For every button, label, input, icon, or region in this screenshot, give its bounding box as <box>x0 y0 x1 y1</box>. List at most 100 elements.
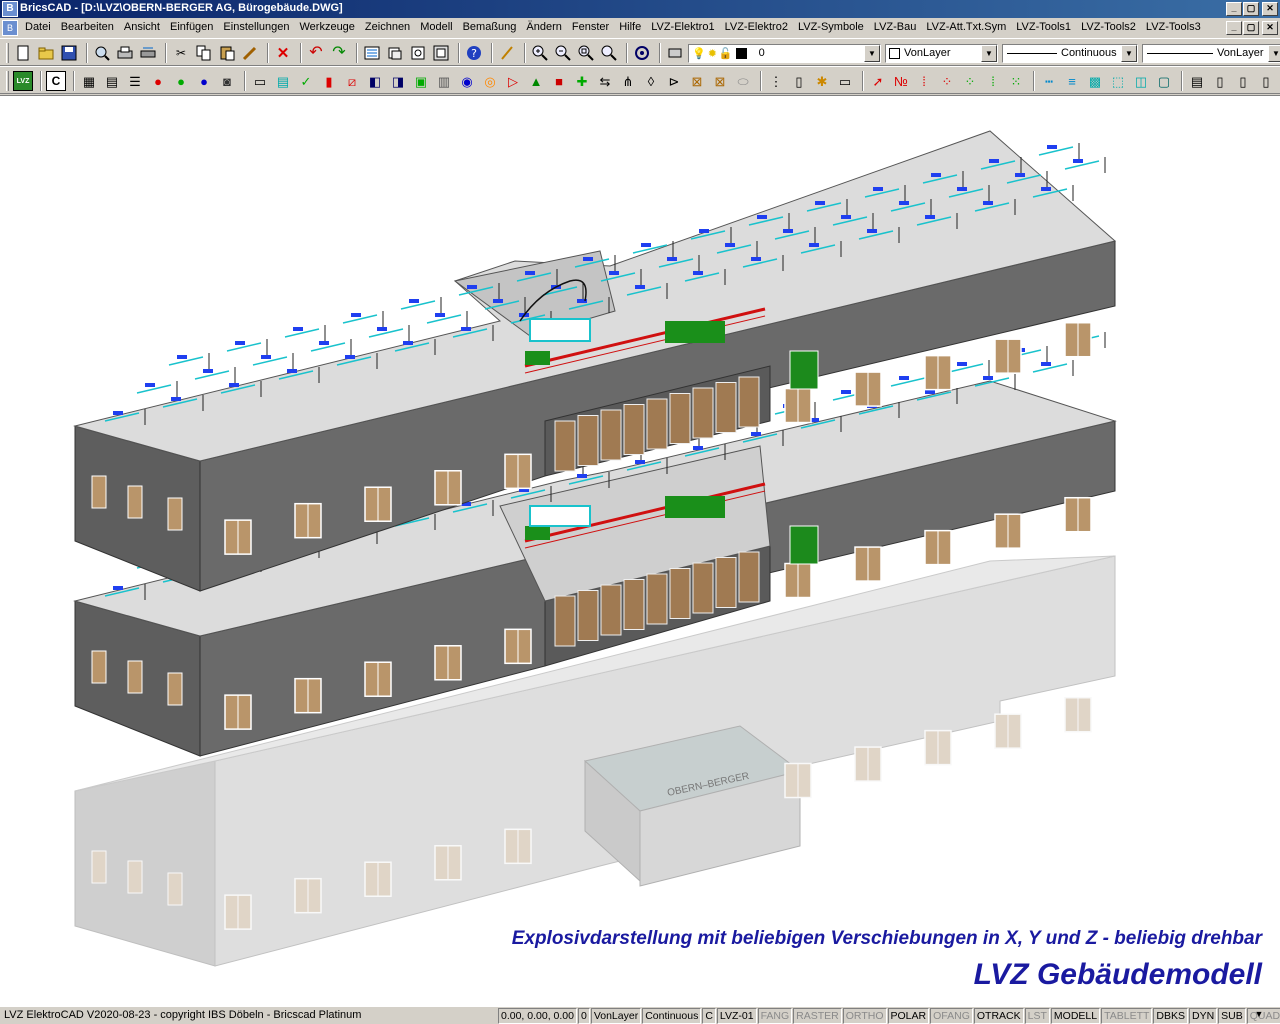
status-field-lvz-01[interactable]: LVZ-01 <box>716 1008 757 1024</box>
bricscad-icon[interactable]: B <box>2 1 18 17</box>
door-icon[interactable]: ◧ <box>365 71 385 91</box>
oval-icon[interactable]: ⬭ <box>733 71 753 91</box>
toolbar-grip[interactable] <box>6 43 9 63</box>
green-cross-icon[interactable]: ✚ <box>572 71 592 91</box>
window-icon[interactable]: ▭ <box>250 71 270 91</box>
properties-icon[interactable] <box>362 43 382 63</box>
zoom-realtime-icon[interactable] <box>599 43 619 63</box>
red-dots-icon[interactable]: ● <box>148 71 168 91</box>
toolbar-grip[interactable] <box>6 71 9 91</box>
status-field-c[interactable]: C <box>702 1008 716 1024</box>
grid-icon[interactable]: ▤ <box>102 71 122 91</box>
document-icon[interactable]: B <box>2 20 18 36</box>
menu-item-lvz-tools1[interactable]: LVZ-Tools1 <box>1016 21 1071 33</box>
green-check-icon[interactable]: ✓ <box>296 71 316 91</box>
menu-item-zeichnen[interactable]: Zeichnen <box>365 21 410 33</box>
play-icon[interactable]: ▷ <box>503 71 523 91</box>
dashed-box-icon[interactable]: ⬚ <box>1108 71 1128 91</box>
copy-icon[interactable] <box>194 43 214 63</box>
preview-icon[interactable] <box>92 43 112 63</box>
menu-item-modell[interactable]: Modell <box>420 21 452 33</box>
menu-item-hilfe[interactable]: Hilfe <box>619 21 641 33</box>
doc-minimize-button[interactable]: _ <box>1226 21 1242 35</box>
help-icon[interactable]: ? <box>464 43 484 63</box>
status-menu-button[interactable]: ▼ <box>1252 1009 1266 1023</box>
print-icon[interactable] <box>115 43 135 63</box>
status-field-fang[interactable]: FANG <box>757 1008 793 1024</box>
cyan-box-icon[interactable]: ▩ <box>1085 71 1105 91</box>
status-field-0[interactable]: 0 <box>577 1008 590 1024</box>
status-field-sub[interactable]: SUB <box>1218 1008 1246 1024</box>
door2-icon[interactable]: ◨ <box>388 71 408 91</box>
red-slash-icon[interactable]: ⧄ <box>342 71 362 91</box>
menu-item-fenster[interactable]: Fenster <box>572 21 609 33</box>
undo-icon[interactable]: ↶ <box>306 43 326 63</box>
c-icon[interactable]: C <box>46 71 66 91</box>
x-box-icon[interactable]: ⊠ <box>710 71 730 91</box>
menu-item-einfügen[interactable]: Einfügen <box>170 21 213 33</box>
layer-states-icon[interactable] <box>665 43 685 63</box>
chevron-down-icon[interactable]: ▼ <box>981 44 997 62</box>
list-icon[interactable]: ☰ <box>125 71 145 91</box>
status-field-0-00-0-00-0-00[interactable]: 0.00, 0.00, 0.00 <box>498 1008 577 1024</box>
redo-icon[interactable]: ↷ <box>329 43 349 63</box>
docs-icon[interactable]: ▯ <box>1233 71 1253 91</box>
numbers-icon[interactable]: № <box>891 71 911 91</box>
status-field-dbks[interactable]: DBKS <box>1153 1008 1188 1024</box>
status-field-dyn[interactable]: DYN <box>1189 1008 1218 1024</box>
gray-box-icon[interactable]: ▥ <box>434 71 454 91</box>
status-field-ofang[interactable]: OFANG <box>930 1008 973 1024</box>
menu-item-werkzeuge[interactable]: Werkzeuge <box>299 21 354 33</box>
blue-lines-icon[interactable]: ≡ <box>1062 71 1082 91</box>
save-icon[interactable] <box>59 43 79 63</box>
doc-close-button[interactable]: ✕ <box>1262 21 1278 35</box>
cross-box-icon[interactable]: ⊠ <box>687 71 707 91</box>
menu-item-lvz-elektro1[interactable]: LVZ-Elektro1 <box>651 21 714 33</box>
open-icon[interactable] <box>36 43 56 63</box>
cyan-square-icon[interactable]: ◫ <box>1131 71 1151 91</box>
green-box-icon[interactable]: ▣ <box>411 71 431 91</box>
menu-item-lvz-elektro2[interactable]: LVZ-Elektro2 <box>725 21 788 33</box>
pen-icon[interactable] <box>497 43 517 63</box>
green-grid-icon[interactable]: ⁘ <box>960 71 980 91</box>
close-button[interactable]: ✕ <box>1262 2 1278 16</box>
plot-icon[interactable] <box>138 43 158 63</box>
cut-icon[interactable]: ✂ <box>171 43 191 63</box>
green-man-icon[interactable]: ▲ <box>526 71 546 91</box>
status-field-lst[interactable]: LST <box>1024 1008 1050 1024</box>
paste-icon[interactable] <box>217 43 237 63</box>
linetype-combo[interactable]: Continuous ▼ <box>1002 43 1138 63</box>
layer-combo[interactable]: 💡 ✹ 🔓 0 ▼ <box>688 43 881 63</box>
status-field-modell[interactable]: MODELL <box>1050 1008 1101 1024</box>
socket-icon[interactable]: ▭ <box>835 71 855 91</box>
spark-icon[interactable]: ✱ <box>812 71 832 91</box>
lvz-icon[interactable]: LVZ <box>13 71 33 91</box>
zoom-window-icon[interactable] <box>576 43 596 63</box>
tool-palette-icon[interactable] <box>431 43 451 63</box>
menu-item-lvz-tools3[interactable]: LVZ-Tools3 <box>1146 21 1201 33</box>
chevron-down-icon[interactable]: ▼ <box>1268 44 1280 62</box>
fork-icon[interactable]: ⋔ <box>618 71 638 91</box>
doc3-icon[interactable]: ▯ <box>1256 71 1276 91</box>
doc-icon[interactable]: ▯ <box>1210 71 1230 91</box>
doc-restore-button[interactable]: ▢ <box>1243 21 1259 35</box>
valve-icon[interactable]: ◊ <box>641 71 661 91</box>
menu-item-einstellungen[interactable]: Einstellungen <box>223 21 289 33</box>
chevron-down-icon[interactable]: ▼ <box>864 44 880 62</box>
status-field-continuous[interactable]: Continuous <box>642 1008 702 1024</box>
menu-item-lvz-tools2[interactable]: LVZ-Tools2 <box>1081 21 1136 33</box>
red-arrow-icon[interactable]: ➚ <box>868 71 888 91</box>
camera-icon[interactable]: ◙ <box>217 71 237 91</box>
status-field-tablett[interactable]: TABLETT <box>1101 1008 1153 1024</box>
truck-icon[interactable]: ■ <box>549 71 569 91</box>
blue-dash-icon[interactable]: ┅ <box>1039 71 1059 91</box>
menu-item-ansicht[interactable]: Ansicht <box>124 21 160 33</box>
teal-square-icon[interactable]: ▢ <box>1154 71 1174 91</box>
library-icon[interactable] <box>408 43 428 63</box>
blue-dots-icon[interactable]: ● <box>194 71 214 91</box>
new-icon[interactable] <box>13 43 33 63</box>
arrow-right-icon[interactable]: ⊳ <box>664 71 684 91</box>
lineweight-combo[interactable]: VonLayer ▼ <box>1142 43 1280 63</box>
status-field-otrack[interactable]: OTRACK <box>973 1008 1024 1024</box>
orbit-icon[interactable] <box>632 43 652 63</box>
